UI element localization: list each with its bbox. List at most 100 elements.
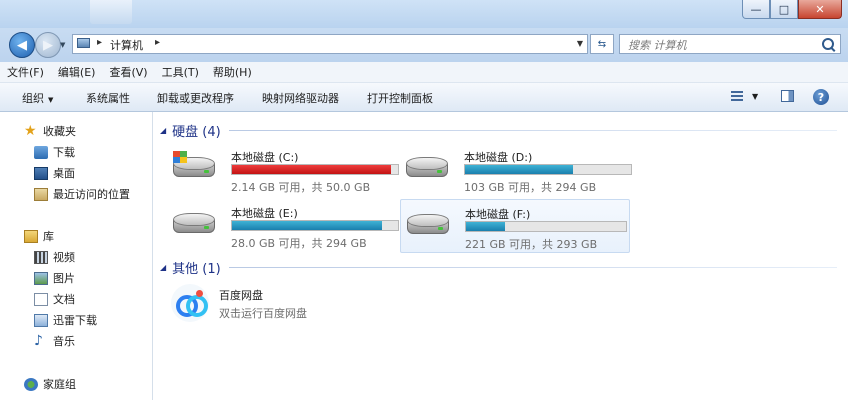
view-options-icon[interactable] <box>731 91 743 102</box>
download-folder-icon <box>34 145 48 159</box>
search-input[interactable]: 搜索 计算机 <box>619 34 841 54</box>
library-icon <box>24 229 38 243</box>
sidebar-item-videos[interactable]: 视频 <box>34 248 75 266</box>
address-row: ◀ ▶ ▼ ▸ 计算机 ▸ ▼ ⇆ 搜索 计算机 <box>0 28 848 62</box>
menu-file[interactable]: 文件(F) <box>0 64 51 80</box>
windows-logo-icon <box>173 151 187 163</box>
sidebar-item-pictures[interactable]: 图片 <box>34 269 75 287</box>
sidebar-item-label: 迅雷下载 <box>53 314 97 327</box>
drive-free-space: 221 GB 可用，共 293 GB <box>465 238 598 251</box>
group-title: 其他 (1) <box>172 262 221 277</box>
maximize-button[interactable]: □ <box>770 0 798 19</box>
sidebar-item-desktop[interactable]: 桌面 <box>34 164 75 182</box>
sidebar-item-thunder[interactable]: 迅雷下载 <box>34 311 97 329</box>
drive-c[interactable]: 本地磁盘 (C:) 2.14 GB 可用，共 50.0 GB <box>167 145 399 197</box>
sidebar-item-homegroup[interactable]: 家庭组 <box>24 375 76 393</box>
window-controls: — □ ✕ <box>742 0 842 20</box>
sidebar-item-label: 家庭组 <box>43 378 76 391</box>
music-note-icon: ♪ <box>34 332 43 349</box>
star-icon: ★ <box>24 122 37 139</box>
back-button[interactable]: ◀ <box>9 32 35 58</box>
breadcrumb-computer[interactable]: 计算机 <box>110 37 143 53</box>
drive-name: 本地磁盘 (D:) <box>464 151 533 164</box>
help-icon[interactable]: ? <box>813 89 829 105</box>
refresh-icon: ⇆ <box>597 38 607 50</box>
picture-icon <box>34 271 48 285</box>
drive-d[interactable]: 本地磁盘 (D:) 103 GB 可用，共 294 GB <box>400 145 632 197</box>
homegroup-icon <box>24 377 38 391</box>
group-divider <box>229 267 837 268</box>
preview-pane-icon[interactable] <box>781 90 794 102</box>
drive-e[interactable]: 本地磁盘 (E:) 28.0 GB 可用，共 294 GB <box>167 201 399 253</box>
hard-drive-icon <box>407 214 449 236</box>
refresh-button[interactable]: ⇆ <box>590 34 614 54</box>
download-library-icon <box>34 313 48 327</box>
menu-tools[interactable]: 工具(T) <box>155 64 206 80</box>
drive-usage-bar <box>231 220 399 231</box>
drive-f[interactable]: 本地磁盘 (F:) 221 GB 可用，共 293 GB <box>400 199 630 253</box>
drive-usage-bar <box>465 221 627 232</box>
video-icon <box>34 250 48 264</box>
system-hard-drive-icon <box>173 151 215 179</box>
content-pane: ◢ 硬盘 (4) 本地磁盘 (C:) 2.14 GB 可用，共 50.0 GB … <box>153 112 848 400</box>
address-bar[interactable]: ▸ 计算机 ▸ ▼ <box>72 34 588 54</box>
group-header-hard-disks[interactable]: ◢ 硬盘 (4) <box>160 121 221 140</box>
drive-name: 本地磁盘 (C:) <box>231 151 299 164</box>
sidebar-item-label: 库 <box>43 230 54 243</box>
sidebar-item-label: 下载 <box>53 146 75 159</box>
sidebar-item-recent[interactable]: 最近访问的位置 <box>34 185 130 203</box>
navigation-pane: ★ 收藏夹 下载 桌面 最近访问的位置 库 视频 图片 文档 迅雷下载 ♪ 音乐… <box>0 112 153 400</box>
sidebar-item-libraries[interactable]: 库 <box>24 227 54 245</box>
recent-pages-dropdown[interactable]: ▼ <box>60 41 65 49</box>
drive-name: 本地磁盘 (E:) <box>231 207 298 220</box>
baidu-netdisk-icon <box>171 284 209 322</box>
sidebar-item-downloads[interactable]: 下载 <box>34 143 75 161</box>
sidebar-item-favorites[interactable]: ★ 收藏夹 <box>24 122 76 140</box>
arrow-right-icon: ▶ <box>43 37 53 53</box>
computer-icon <box>77 38 90 48</box>
chevron-down-icon: ▼ <box>48 96 54 104</box>
search-icon[interactable] <box>822 38 834 50</box>
sidebar-item-label: 最近访问的位置 <box>53 188 130 201</box>
view-dropdown-icon[interactable]: ▼ <box>752 92 758 101</box>
menu-edit[interactable]: 编辑(E) <box>51 64 103 80</box>
control-panel-button[interactable]: 打开控制面板 <box>367 90 433 106</box>
menu-view[interactable]: 查看(V) <box>102 64 154 80</box>
group-header-other[interactable]: ◢ 其他 (1) <box>160 258 221 277</box>
sidebar-item-label: 图片 <box>53 272 75 285</box>
drive-name: 本地磁盘 (F:) <box>465 208 531 221</box>
group-title: 硬盘 (4) <box>172 125 221 140</box>
minimize-button[interactable]: — <box>742 0 770 19</box>
sidebar-item-documents[interactable]: 文档 <box>34 290 75 308</box>
breadcrumb-separator-icon[interactable]: ▸ <box>155 37 160 48</box>
drive-usage-bar <box>231 164 399 175</box>
sidebar-item-music[interactable]: ♪ 音乐 <box>34 332 75 350</box>
command-bar: 组织 ▼ 系统属性 卸载或更改程序 映射网络驱动器 打开控制面板 ▼ ? <box>0 83 848 112</box>
search-placeholder: 搜索 计算机 <box>628 39 687 52</box>
drive-usage-bar <box>464 164 632 175</box>
breadcrumb-separator-icon[interactable]: ▸ <box>97 37 102 48</box>
forward-button[interactable]: ▶ <box>35 32 61 58</box>
group-divider <box>229 130 837 131</box>
hard-drive-icon <box>406 157 448 179</box>
menu-help[interactable]: 帮助(H) <box>206 64 259 80</box>
drive-free-space: 103 GB 可用，共 294 GB <box>464 181 597 194</box>
sidebar-item-label: 音乐 <box>53 335 75 348</box>
organize-button[interactable]: 组织 ▼ <box>22 90 53 106</box>
document-icon <box>34 292 48 306</box>
system-properties-button[interactable]: 系统属性 <box>86 90 130 106</box>
window-top-tab <box>90 0 132 24</box>
map-drive-button[interactable]: 映射网络驱动器 <box>262 90 339 106</box>
hard-drive-icon <box>173 213 215 235</box>
drive-free-space: 28.0 GB 可用，共 294 GB <box>231 237 367 250</box>
sidebar-item-label: 文档 <box>53 293 75 306</box>
arrow-left-icon: ◀ <box>17 37 27 53</box>
baidu-netdisk-item[interactable]: 百度网盘 双击运行百度网盘 <box>171 282 431 326</box>
organize-label: 组织 <box>22 92 44 105</box>
close-button[interactable]: ✕ <box>798 0 842 19</box>
desktop-icon <box>34 166 48 180</box>
address-dropdown-icon[interactable]: ▼ <box>577 39 583 48</box>
drive-free-space: 2.14 GB 可用，共 50.0 GB <box>231 181 371 194</box>
title-bar: — □ ✕ <box>0 0 848 28</box>
uninstall-button[interactable]: 卸载或更改程序 <box>157 90 234 106</box>
